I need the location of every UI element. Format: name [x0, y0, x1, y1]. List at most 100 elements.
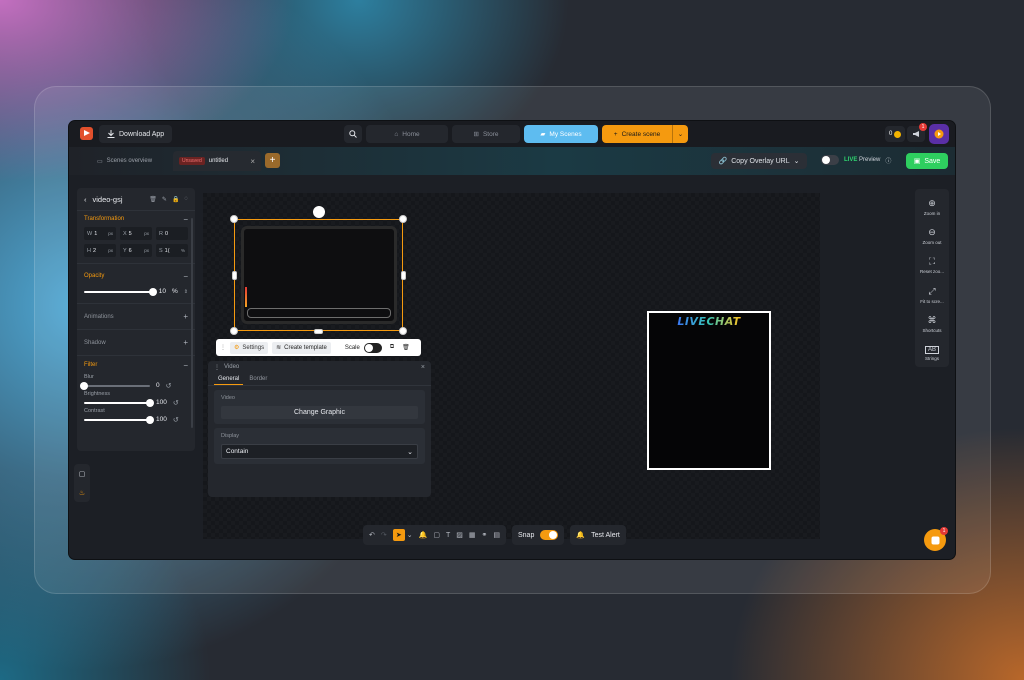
shortcuts-button[interactable]: ⌘ Shortcuts — [916, 310, 948, 337]
edit-icon[interactable]: ✎ — [162, 196, 167, 203]
drag-handle-icon[interactable]: ⋮ — [214, 364, 220, 371]
lock-icon[interactable]: 🔒 — [172, 196, 179, 203]
download-app-button[interactable]: Download App — [99, 125, 173, 143]
filter-header[interactable]: Filter − — [84, 356, 188, 374]
collapse-icon[interactable]: − — [183, 361, 188, 370]
collapse-icon[interactable]: − — [183, 215, 188, 224]
rotate-handle-icon[interactable] — [313, 206, 325, 218]
scene-canvas[interactable]: ⋮ ⚙ Settings ≋ Create template Scale ⧉ 🗑… — [203, 193, 820, 539]
display-select[interactable]: Contain ⌄ — [221, 444, 418, 459]
text-tool-icon[interactable]: T — [446, 532, 450, 539]
trash-icon[interactable]: 🗑 — [149, 196, 157, 203]
live-preview-toggle[interactable]: LIVE Preview ⓘ — [821, 155, 891, 165]
search-button[interactable] — [344, 125, 362, 143]
live-preview-switch[interactable] — [821, 155, 839, 165]
selection-box[interactable] — [234, 219, 403, 331]
rectangle-tool-icon[interactable]: ▢ — [433, 531, 440, 539]
nav-store[interactable]: ⊞ Store — [452, 125, 520, 143]
blur-value[interactable]: 0 — [156, 382, 160, 389]
resize-handle-bottom-left[interactable] — [230, 327, 238, 335]
snap-switch[interactable] — [540, 530, 559, 540]
avatar[interactable] — [929, 124, 949, 144]
reset-icon[interactable]: ↺ — [173, 416, 179, 424]
tab-border[interactable]: Border — [245, 373, 271, 385]
resize-handle-bottom[interactable] — [314, 329, 323, 334]
height-field[interactable]: H 2 px — [84, 244, 116, 257]
x-field[interactable]: X 5 px — [120, 227, 152, 240]
bell-tool-icon[interactable]: 🔔 — [419, 531, 428, 539]
resize-handle-left[interactable] — [232, 271, 237, 280]
announcements-button[interactable]: 1 — [907, 123, 927, 142]
zoom-out-button[interactable]: ⊖ Zoom out — [916, 222, 948, 249]
contrast-value[interactable]: 100 — [156, 416, 167, 423]
link-tool-icon[interactable]: ⚭ — [482, 531, 488, 539]
blur-slider[interactable] — [80, 381, 150, 390]
app-logo-icon[interactable] — [80, 127, 93, 140]
test-alert-button[interactable]: 🔔 Test Alert — [570, 525, 626, 545]
add-tab-button[interactable]: + — [265, 153, 280, 168]
scale-switch[interactable] — [363, 342, 382, 353]
width-field[interactable]: W 1 px — [84, 227, 116, 240]
back-icon[interactable]: ‹ — [84, 195, 87, 204]
copy-overlay-url-button[interactable]: 🔗 Copy Overlay URL ⌄ — [711, 153, 807, 169]
scale-toggle[interactable]: Scale — [345, 342, 382, 353]
video-panel-header[interactable]: ⋮ Video × — [208, 361, 431, 373]
create-scene-dropdown[interactable]: ⌄ — [672, 125, 688, 143]
expand-icon[interactable]: + — [183, 338, 188, 347]
redo-icon[interactable]: ↷ — [381, 531, 387, 539]
zoom-in-button[interactable]: ⊕ Zoom in — [916, 193, 948, 220]
brightness-value[interactable]: 100 — [156, 399, 167, 406]
chevron-down-icon[interactable]: ⌄ — [407, 531, 413, 539]
livechat-widget[interactable]: LIVECHAT — [647, 311, 771, 470]
undo-icon[interactable]: ↶ — [369, 531, 375, 539]
brightness-slider[interactable] — [84, 398, 154, 407]
create-template-button[interactable]: ≋ Create template — [272, 341, 331, 354]
opacity-value[interactable]: 10 — [159, 288, 166, 295]
create-scene-main[interactable]: + Create scene — [602, 131, 672, 138]
y-field[interactable]: Y 6 px — [120, 244, 152, 257]
blur-slider-knob[interactable] — [80, 381, 88, 390]
reset-icon[interactable]: ↺ — [173, 399, 179, 407]
widget-tool-icon[interactable]: ▤ — [493, 531, 500, 539]
brightness-slider-knob[interactable] — [146, 398, 154, 407]
close-icon[interactable]: × — [421, 364, 425, 371]
resize-handle-bottom-right[interactable] — [399, 327, 407, 335]
help-icon[interactable]: ⓘ — [885, 156, 891, 165]
chat-bubble-icon[interactable]: ▢ — [79, 470, 86, 478]
contrast-slider[interactable] — [84, 415, 154, 424]
transformation-header[interactable]: Transformation − — [84, 211, 188, 227]
image-tool-icon[interactable]: ▨ — [456, 531, 463, 539]
trash-icon[interactable]: 🗑 — [402, 344, 410, 351]
opacity-header[interactable]: Opacity − — [84, 264, 188, 288]
animations-header[interactable]: Animations + — [84, 304, 188, 329]
resize-handle-top-right[interactable] — [399, 215, 407, 223]
close-tab-icon[interactable]: × — [250, 157, 255, 166]
resize-handle-top-left[interactable] — [230, 215, 238, 223]
save-button[interactable]: ▣ Save — [906, 153, 948, 169]
expand-icon[interactable]: + — [183, 312, 188, 321]
change-graphic-button[interactable]: Change Graphic — [221, 406, 418, 419]
resize-handle-right[interactable] — [401, 271, 406, 280]
stepper-icon[interactable]: ⇕ — [184, 289, 188, 295]
collapse-icon[interactable]: − — [183, 272, 188, 281]
snap-toggle[interactable]: Snap — [512, 525, 565, 545]
opacity-slider[interactable] — [84, 287, 157, 296]
eye-off-icon[interactable]: ◌ — [184, 196, 188, 203]
video-tool-icon[interactable]: ▦ — [469, 531, 476, 539]
strings-button[interactable]: AB Strings — [916, 340, 948, 367]
settings-button[interactable]: ⚙ Settings — [230, 341, 269, 354]
scale-field[interactable]: S 1(% — [156, 244, 188, 257]
select-tool-icon[interactable]: ➤ — [392, 529, 405, 541]
shadow-header[interactable]: Shadow + — [84, 330, 188, 355]
opacity-slider-knob[interactable] — [148, 287, 157, 296]
tab-scenes-overview[interactable]: ▭ Scenes overview — [91, 151, 163, 171]
fit-to-screen-button[interactable]: ⤢ Fit to scre... — [916, 281, 948, 308]
support-chat-button[interactable]: 1 — [924, 527, 948, 551]
contrast-slider-knob[interactable] — [146, 415, 154, 424]
flame-icon[interactable]: ♨ — [79, 489, 85, 497]
drag-handle-icon[interactable]: ⋮ — [220, 344, 226, 351]
panel-scrollbar[interactable] — [191, 218, 193, 428]
rotation-field[interactable]: R0 — [156, 227, 188, 240]
reset-icon[interactable]: ↺ — [166, 382, 172, 390]
create-scene-button[interactable]: + Create scene ⌄ — [602, 125, 688, 143]
